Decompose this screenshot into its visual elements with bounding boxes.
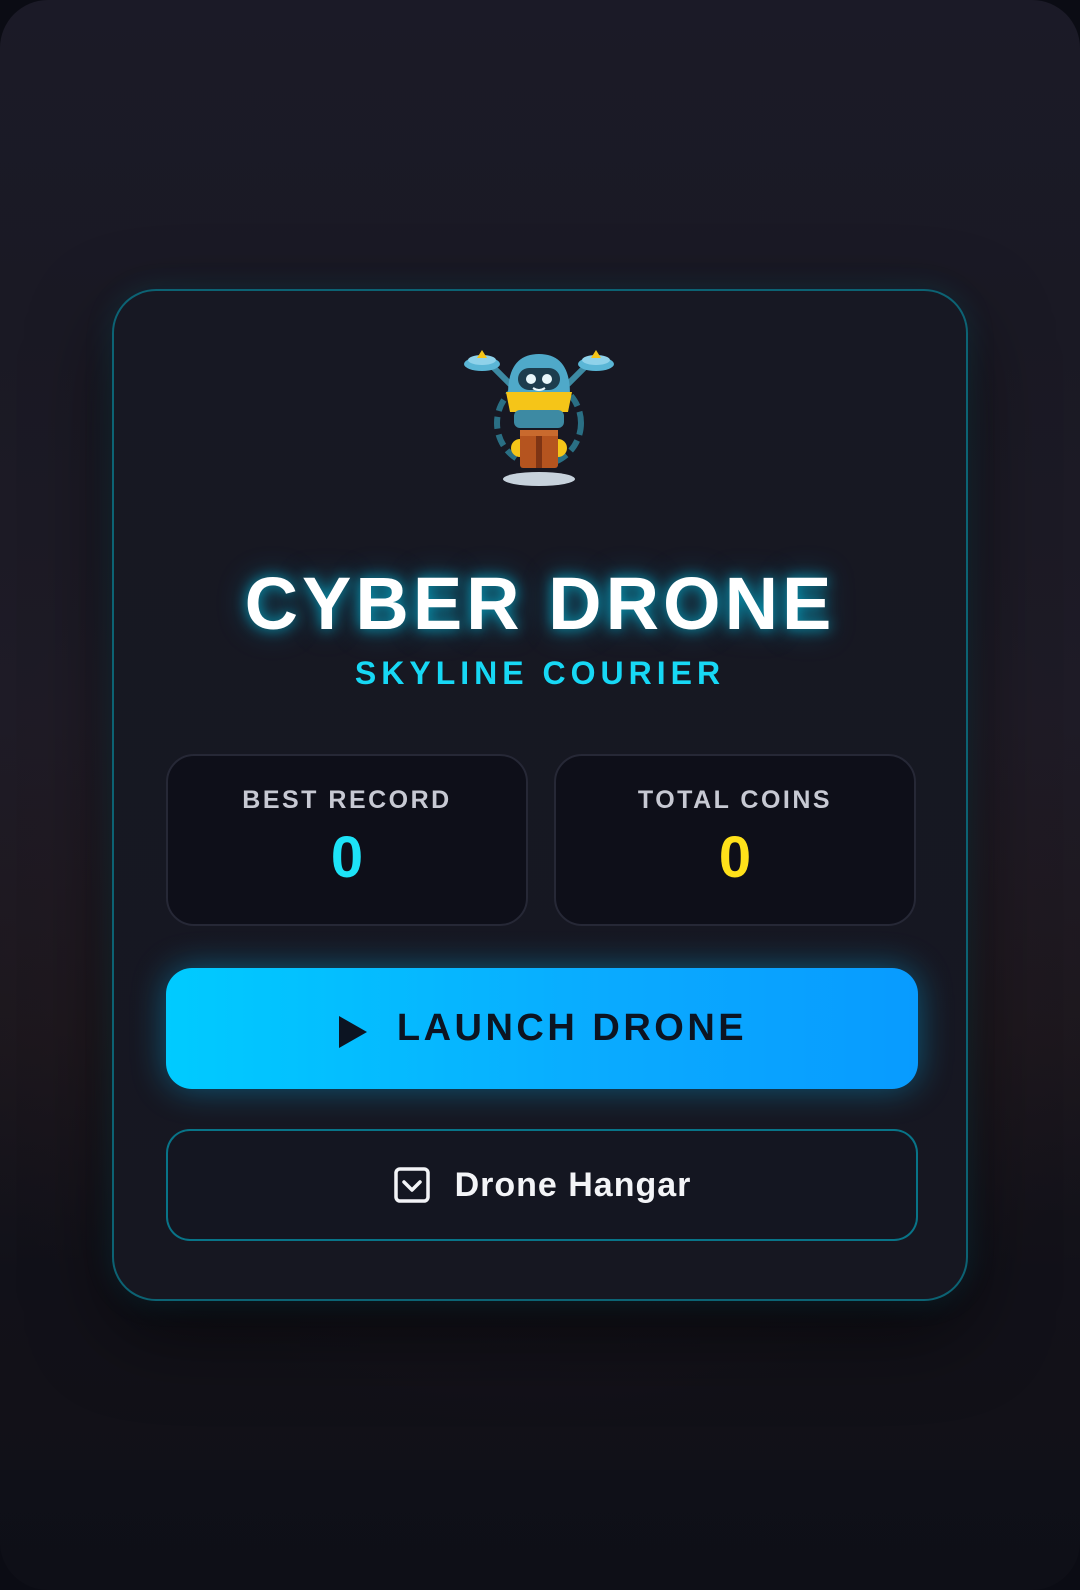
- best-record-panel: BEST RECORD 0: [166, 754, 528, 926]
- play-icon: [338, 1015, 367, 1048]
- drone-mascot-icon: [464, 350, 614, 486]
- launch-button-content: LAUNCH DRONE: [337, 1007, 747, 1050]
- drone-hangar-label: Drone Hangar: [454, 1165, 692, 1204]
- main-menu-card: CYBER DRONE SKYLINE COURIER BEST RECORD …: [112, 289, 968, 1301]
- best-record-value: 0: [330, 825, 364, 890]
- total-coins-panel: TOTAL COINS 0: [554, 754, 916, 926]
- launch-drone-label: LAUNCH DRONE: [396, 1007, 748, 1049]
- total-coins-label: TOTAL COINS: [637, 786, 833, 814]
- total-coins-value: 0: [718, 825, 752, 890]
- hangar-button-content: Drone Hangar: [393, 1166, 692, 1205]
- game-subtitle: SKYLINE COURIER: [354, 655, 726, 691]
- best-record-label: BEST RECORD: [242, 786, 452, 814]
- menu-screen: CYBER DRONE SKYLINE COURIER BEST RECORD …: [0, 0, 1080, 1590]
- drone-hangar-button[interactable]: Drone Hangar: [166, 1129, 918, 1241]
- checkbox-chevron-icon: [393, 1167, 430, 1203]
- game-title: CYBER DRONE: [244, 562, 836, 645]
- launch-drone-button[interactable]: LAUNCH DRONE: [166, 968, 918, 1089]
